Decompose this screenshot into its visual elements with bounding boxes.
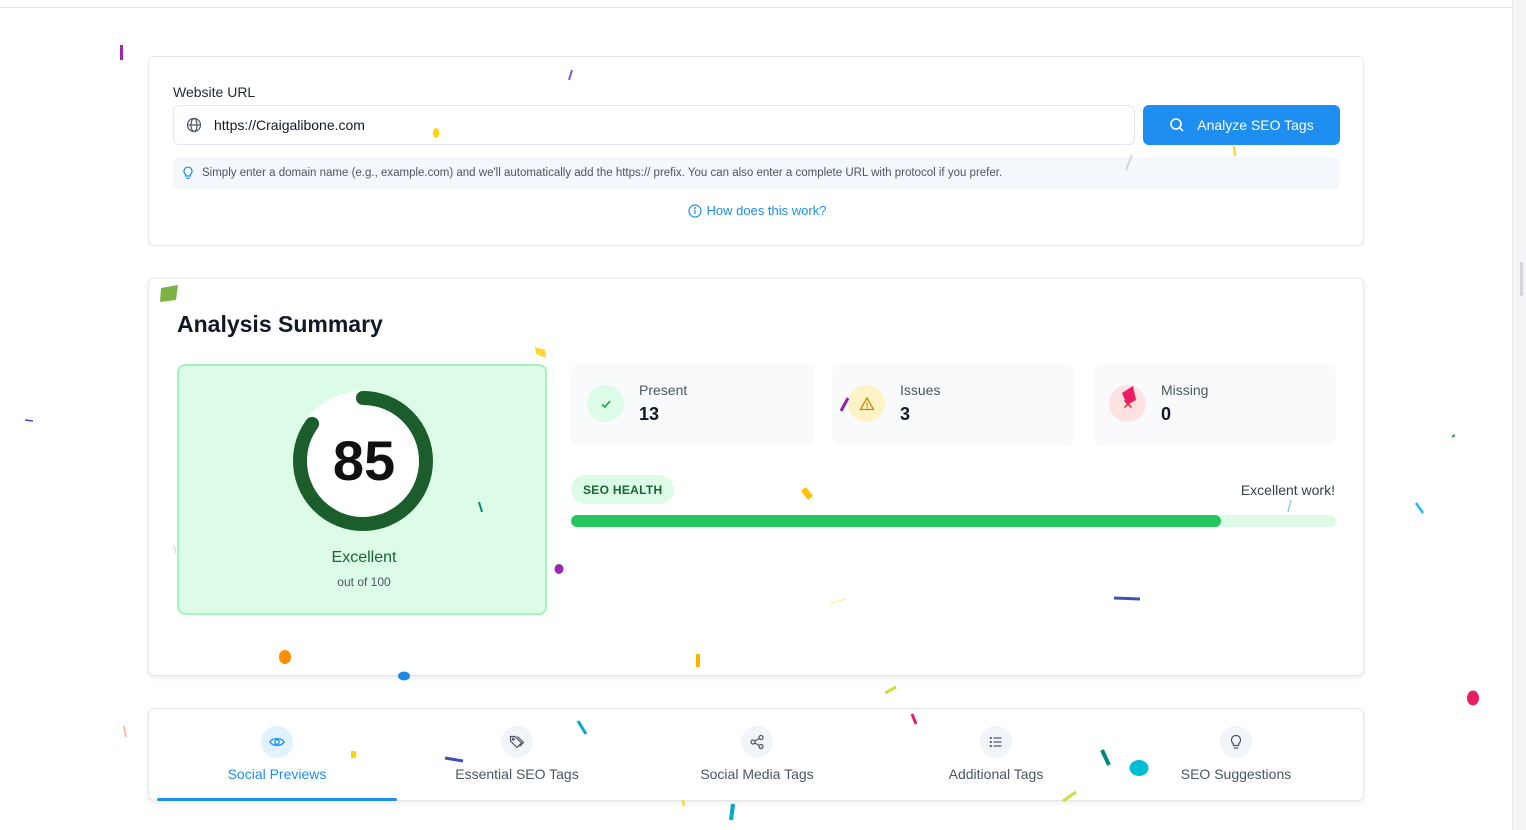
warning-icon: [848, 385, 885, 422]
eye-icon: [261, 726, 293, 758]
tabs-bar: Social Previews Essential SEO Tags Socia…: [148, 708, 1364, 801]
url-hint: Simply enter a domain name (e.g., exampl…: [173, 157, 1340, 189]
lightbulb-icon: [1220, 726, 1252, 758]
url-input[interactable]: [214, 106, 1114, 144]
tab-seo-suggestions[interactable]: SEO Suggestions: [1116, 709, 1356, 801]
url-form-card: Website URL Analyze SEO Tags Simply ente…: [148, 56, 1364, 246]
scrollbar[interactable]: [1512, 0, 1526, 830]
stat-label: Issues: [900, 382, 941, 398]
progress-fill: [571, 515, 1222, 527]
tab-label: Social Previews: [227, 766, 327, 782]
analysis-summary-card: Analysis Summary 85 Excellent out of 100…: [148, 278, 1364, 676]
stat-issues: Issues 3: [832, 364, 1075, 445]
stat-present: Present 13: [571, 364, 814, 445]
list-icon: [980, 726, 1012, 758]
tag-icon: [501, 726, 533, 758]
tab-additional-tags[interactable]: Additional Tags: [876, 709, 1116, 801]
score-label: Excellent: [331, 549, 397, 566]
health-message: Excellent work!: [1240, 482, 1335, 498]
stat-value: 0: [1161, 404, 1172, 424]
share-icon: [741, 726, 773, 758]
hint-text: Simply enter a domain name (e.g., exampl…: [202, 167, 1003, 179]
stat-label: Present: [639, 382, 688, 398]
x-icon: [1109, 385, 1146, 422]
top-divider: [0, 7, 1512, 8]
tab-essential-seo-tags[interactable]: Essential SEO Tags: [397, 709, 637, 801]
check-icon: [587, 385, 624, 422]
lightbulb-icon: [183, 166, 193, 179]
seo-health-badge: SEO HEALTH: [571, 475, 675, 504]
tab-label: Essential SEO Tags: [455, 766, 579, 782]
stat-label: Missing: [1161, 382, 1209, 398]
globe-icon: [186, 117, 202, 133]
stat-value: 3: [900, 404, 911, 424]
how-does-this-work-link[interactable]: How does this work?: [149, 203, 1365, 218]
url-label: Website URL: [173, 84, 256, 100]
tab-label: Additional Tags: [948, 766, 1044, 782]
stat-value: 13: [639, 404, 660, 424]
scrollbar-thumb[interactable]: [1520, 262, 1523, 296]
seo-health-progress: [571, 515, 1336, 527]
tab-label: Social Media Tags: [700, 766, 814, 782]
analyze-seo-button[interactable]: Analyze SEO Tags: [1143, 105, 1340, 145]
stat-missing: Missing 0: [1093, 364, 1336, 445]
url-input-wrapper[interactable]: [173, 105, 1135, 145]
tab-label: SEO Suggestions: [1180, 766, 1292, 782]
tab-social-previews[interactable]: Social Previews: [157, 709, 397, 801]
search-icon: [1170, 118, 1184, 132]
analyze-button-label: Analyze SEO Tags: [1197, 117, 1314, 133]
score-subtitle: out of 100: [337, 575, 391, 589]
score-value: 85: [332, 429, 396, 492]
tab-social-media-tags[interactable]: Social Media Tags: [637, 709, 877, 801]
score-panel: 85 Excellent out of 100: [177, 364, 547, 615]
how-link-label: How does this work?: [706, 203, 827, 218]
summary-title: Analysis Summary: [177, 311, 383, 337]
info-icon: [687, 203, 702, 218]
active-tab-indicator: [157, 798, 397, 801]
